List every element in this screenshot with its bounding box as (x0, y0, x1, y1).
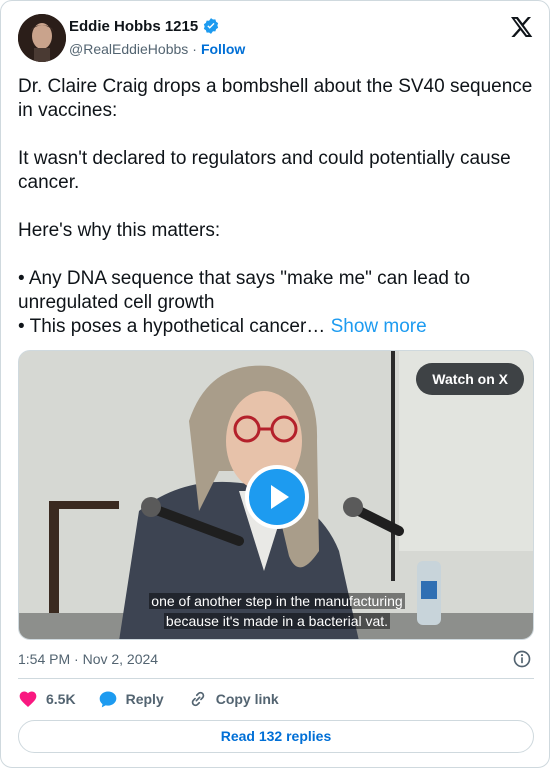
author-handle-row: @RealEddieHobbs · Follow (69, 41, 245, 57)
like-button[interactable]: 6.5K (18, 689, 76, 709)
read-replies-button[interactable]: Read 132 replies (18, 720, 534, 753)
tweet-line: It wasn't declared to regulators and cou… (18, 148, 511, 193)
tweet-line-last: • This poses a hypothetical cancer… Show… (18, 315, 538, 339)
video-media[interactable]: Watch on X one of another step in the ma… (18, 350, 534, 640)
tweet-line: Dr. Claire Craig drops a bombshell about… (18, 76, 533, 121)
tweet-embed-card: Eddie Hobbs 1215 @RealEddieHobbs · Follo… (0, 0, 550, 768)
handle-separator: · (192, 41, 197, 57)
caption-text: because it's made in a bacterial vat. (163, 613, 391, 629)
tweet-timestamp[interactable]: 1:54 PM · Nov 2, 2024 (18, 651, 158, 667)
watch-on-x-button[interactable]: Watch on X (416, 363, 524, 395)
video-caption-line-1: one of another step in the manufacturing (19, 593, 533, 609)
follow-button[interactable]: Follow (201, 41, 245, 57)
verified-badge-icon (204, 18, 219, 34)
caption-text: one of another step in the manufacturing (149, 593, 405, 609)
tweet-text: Dr. Claire Craig drops a bombshell about… (18, 75, 538, 339)
tweet-line: • This poses a hypothetical cancer… (18, 316, 326, 337)
reply-label: Reply (125, 691, 164, 707)
action-bar: 6.5K Reply Copy link (18, 689, 279, 709)
author-name[interactable]: Eddie Hobbs 1215 (69, 18, 198, 35)
copy-link-button[interactable]: Copy link (188, 689, 279, 709)
link-icon (191, 691, 204, 707)
x-logo-icon[interactable] (509, 15, 533, 39)
play-icon (271, 485, 289, 509)
avatar[interactable] (18, 14, 66, 62)
author-name-row: Eddie Hobbs 1215 (69, 17, 220, 35)
tweet-line: • Any DNA sequence that says "make me" c… (18, 268, 471, 313)
copy-link-label: Copy link (215, 691, 279, 707)
divider (18, 678, 534, 679)
reply-button[interactable]: Reply (98, 689, 164, 709)
heart-icon (19, 691, 37, 707)
play-button[interactable] (245, 465, 309, 529)
show-more-link[interactable]: Show more (331, 316, 427, 337)
info-icon[interactable] (512, 649, 532, 669)
like-count: 6.5K (46, 691, 76, 707)
reply-icon (99, 691, 116, 708)
tweet-line: Here's why this matters: (18, 220, 221, 241)
author-handle[interactable]: @RealEddieHobbs (69, 41, 188, 57)
video-caption-line-2: because it's made in a bacterial vat. (19, 613, 533, 629)
